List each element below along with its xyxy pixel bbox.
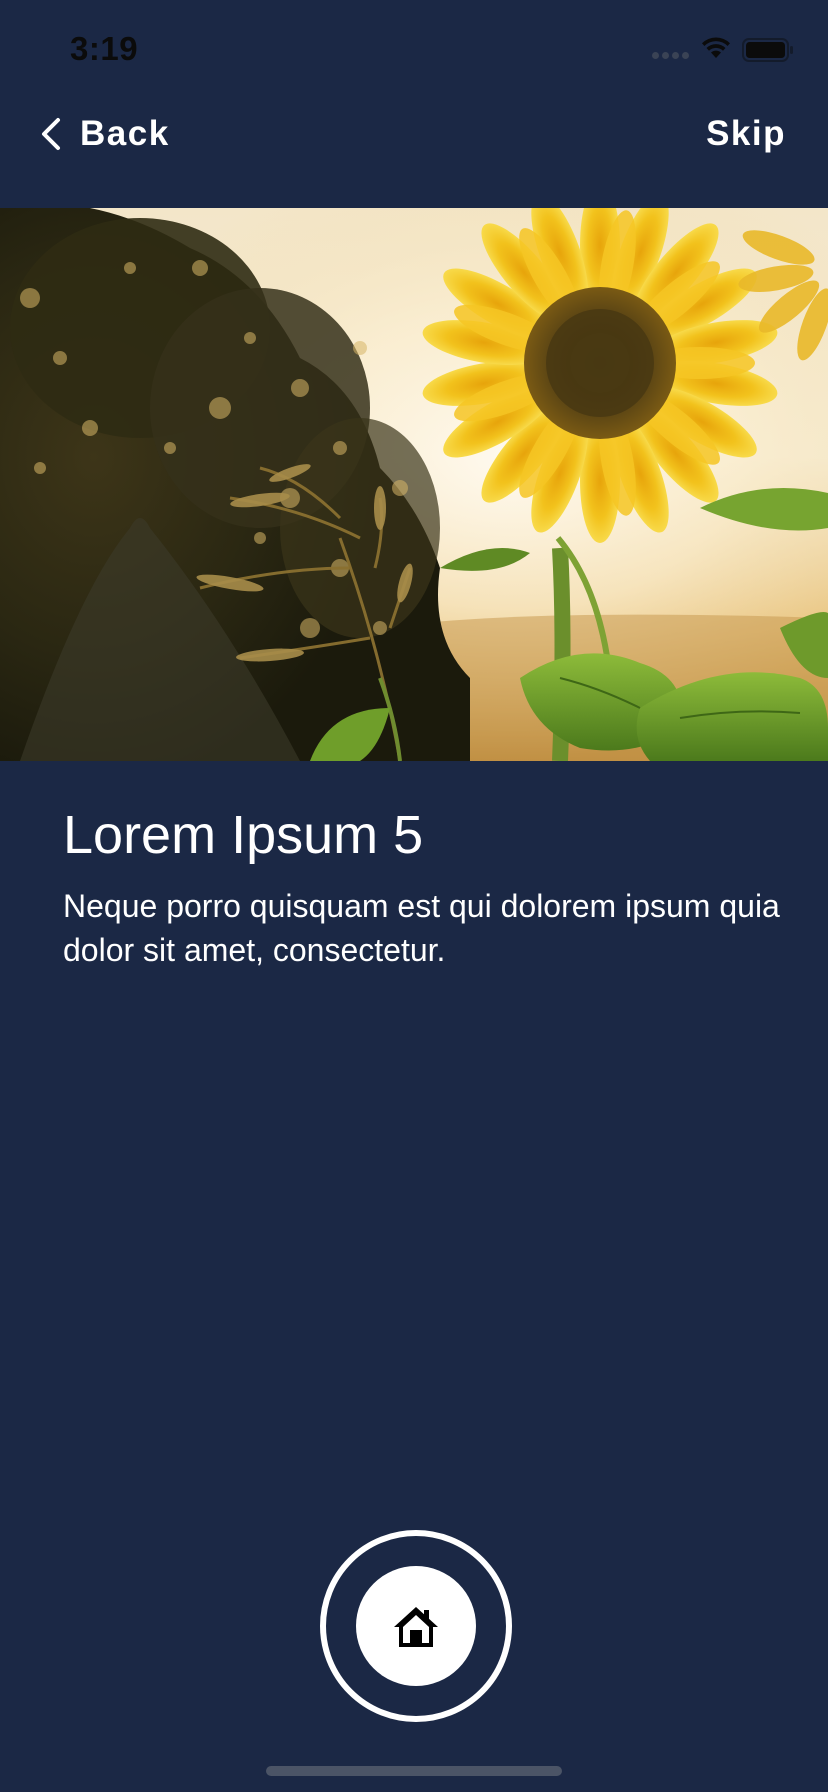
onboarding-screen: 3:19 Back Skip Lorem Ipsum 5 Neque porro… (0, 0, 828, 1792)
back-label: Back (80, 114, 170, 153)
back-button[interactable]: Back (40, 112, 170, 156)
cellular-signal-icon (652, 52, 689, 59)
status-bar: 3:19 (0, 0, 828, 100)
status-time: 3:19 (70, 30, 139, 67)
home-button[interactable] (320, 1530, 512, 1722)
page-title: Lorem Ipsum 5 (63, 805, 424, 865)
home-icon (394, 1607, 438, 1647)
battery-icon (742, 38, 793, 62)
home-button-inner (356, 1566, 476, 1686)
page-description: Neque porro quisquam est qui dolorem ips… (63, 888, 780, 968)
navigation-bar: Back Skip (0, 100, 828, 208)
home-indicator (266, 1766, 562, 1776)
skip-button[interactable]: Skip (706, 112, 786, 156)
wifi-icon (702, 37, 730, 58)
chevron-left-icon (42, 118, 60, 150)
hero-image (0, 208, 828, 761)
